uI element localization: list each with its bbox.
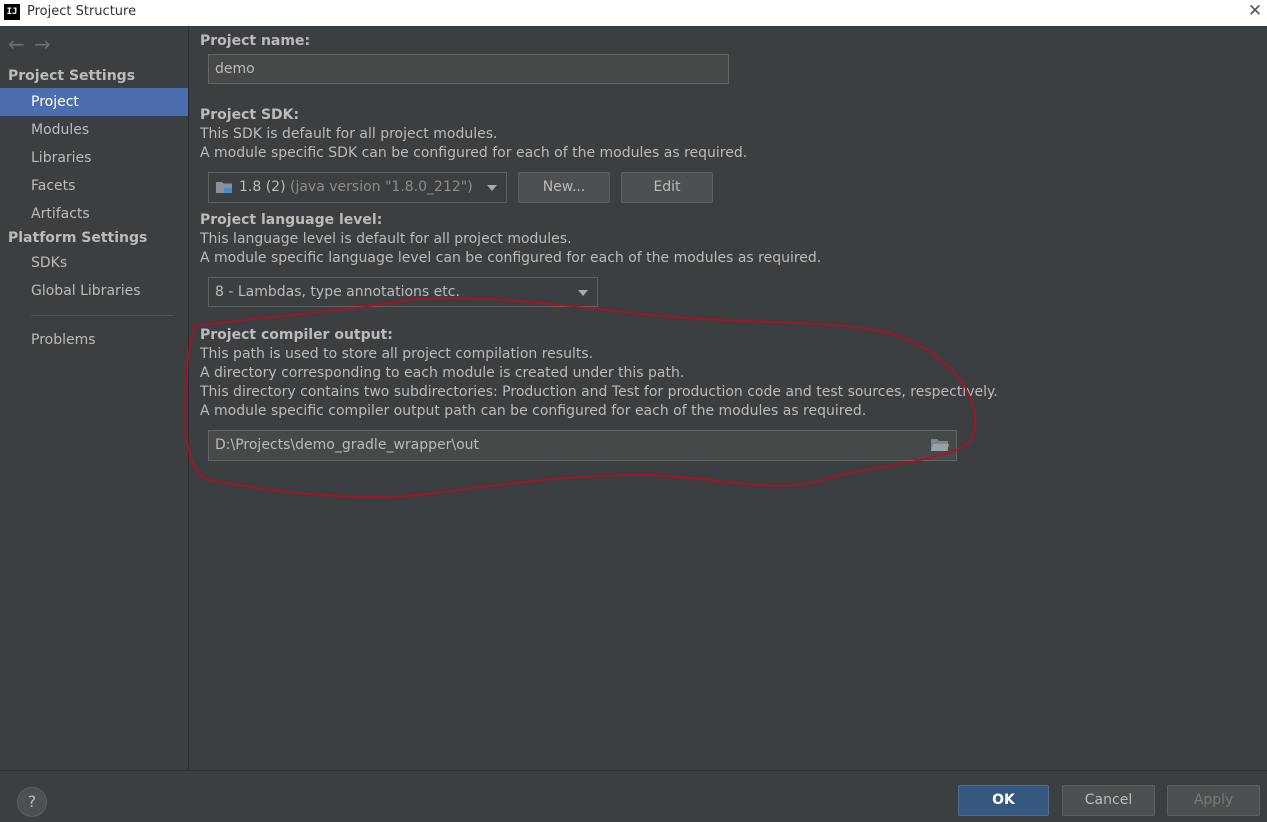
ok-button[interactable]: OK bbox=[958, 785, 1049, 816]
help-button[interactable]: ? bbox=[17, 787, 47, 817]
language-level-desc-1: This language level is default for all p… bbox=[200, 231, 572, 247]
project-sdk-dropdown[interactable]: 1.8 (2) (java version "1.8.0_212") bbox=[208, 172, 507, 203]
project-settings-header: Project Settings bbox=[8, 68, 136, 84]
dialog-footer: ? OK Cancel Apply bbox=[0, 770, 1267, 822]
sidebar-item-problems[interactable]: Problems bbox=[0, 326, 188, 354]
sdk-folder-icon bbox=[216, 182, 232, 193]
sidebar-item-facets[interactable]: Facets bbox=[0, 172, 188, 200]
back-arrow-icon[interactable]: ← bbox=[8, 32, 34, 56]
new-sdk-button[interactable]: New... bbox=[518, 172, 610, 203]
sidebar-item-artifacts[interactable]: Artifacts bbox=[0, 200, 188, 228]
title-bar: IJ Project Structure ✕ bbox=[0, 0, 1267, 26]
edit-sdk-button[interactable]: Edit bbox=[621, 172, 713, 203]
sidebar-item-libraries[interactable]: Libraries bbox=[0, 144, 188, 172]
cancel-button[interactable]: Cancel bbox=[1062, 785, 1155, 816]
window-title: Project Structure bbox=[27, 4, 137, 19]
project-sdk-detail: (java version "1.8.0_212") bbox=[290, 179, 473, 195]
project-sdk-desc-1: This SDK is default for all project modu… bbox=[200, 126, 498, 142]
red-annotation-circle bbox=[185, 297, 977, 498]
sidebar-item-sdks[interactable]: SDKs bbox=[0, 249, 188, 277]
sidebar-item-project[interactable]: Project bbox=[0, 88, 188, 116]
project-sdk-label: Project SDK: bbox=[200, 107, 300, 123]
language-level-desc-2: A module specific language level can be … bbox=[200, 250, 822, 266]
platform-settings-header: Platform Settings bbox=[8, 230, 148, 246]
project-sdk-desc-2: A module specific SDK can be configured … bbox=[200, 145, 748, 161]
apply-button[interactable]: Apply bbox=[1167, 785, 1260, 816]
project-name-label: Project name: bbox=[200, 33, 311, 49]
close-icon[interactable]: ✕ bbox=[1247, 2, 1263, 20]
project-name-input[interactable]: demo bbox=[208, 54, 729, 84]
intellij-app-icon: IJ bbox=[4, 4, 20, 20]
chevron-down-icon bbox=[487, 185, 497, 191]
sidebar: ← → Project Settings Project Modules Libr… bbox=[0, 26, 189, 770]
sidebar-item-global-libraries[interactable]: Global Libraries bbox=[0, 277, 188, 305]
sidebar-item-modules[interactable]: Modules bbox=[0, 116, 188, 144]
project-sdk-value: 1.8 (2) bbox=[239, 179, 286, 195]
language-level-label: Project language level: bbox=[200, 212, 383, 228]
sidebar-divider bbox=[31, 315, 174, 316]
nav-arrows: ← → bbox=[8, 32, 60, 56]
forward-arrow-icon[interactable]: → bbox=[34, 32, 60, 56]
